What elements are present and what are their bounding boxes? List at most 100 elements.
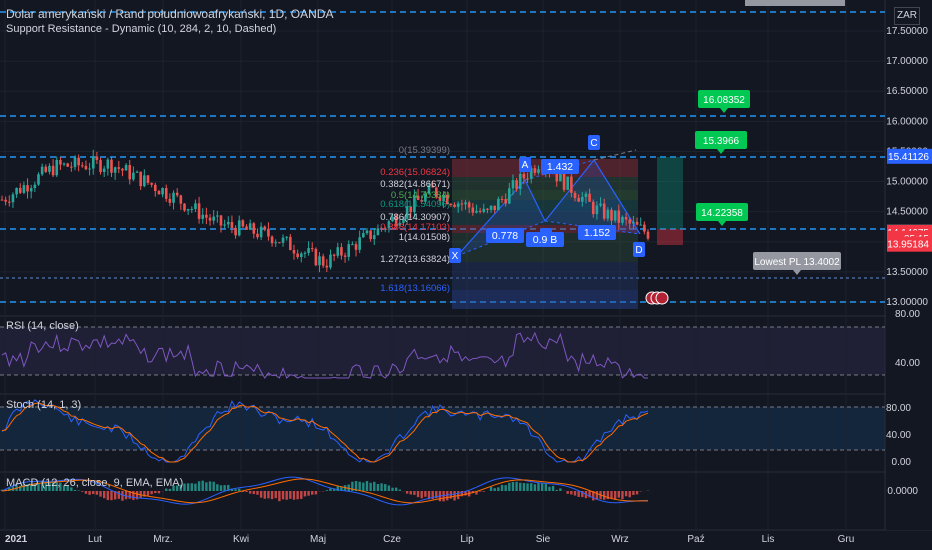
macd-hist-bar bbox=[168, 488, 172, 491]
macd-hist-bar bbox=[384, 484, 387, 491]
candle-body bbox=[504, 199, 507, 204]
macd-hist-bar bbox=[205, 482, 208, 491]
candle-body bbox=[610, 209, 613, 221]
candle-body bbox=[234, 227, 237, 236]
candle-body bbox=[635, 221, 639, 225]
time-tick: Lip bbox=[460, 534, 474, 545]
macd-hist-bar bbox=[398, 489, 402, 491]
stoch-tick: 40.00 bbox=[886, 430, 911, 441]
candle-body bbox=[205, 214, 208, 218]
candle-body bbox=[584, 193, 588, 197]
macd-hist-bar bbox=[267, 491, 270, 499]
candle-body bbox=[245, 226, 248, 230]
candle-body bbox=[252, 223, 256, 234]
candle-body bbox=[70, 166, 73, 168]
candle-body bbox=[168, 198, 172, 203]
candle-body bbox=[208, 217, 212, 221]
macd-hist-bar bbox=[369, 482, 372, 491]
pattern-point-label: C bbox=[590, 138, 597, 149]
macd-hist-bar bbox=[515, 481, 518, 491]
candle-body bbox=[278, 242, 281, 244]
fib-label: 0.382(14.86671) bbox=[380, 179, 450, 190]
fib-label: 0(15.39399) bbox=[399, 145, 450, 156]
macd-hist-bar bbox=[270, 491, 274, 500]
macd-hist-bar bbox=[362, 482, 365, 491]
indicator-title: Support Resistance - Dynamic (10, 284, 2… bbox=[6, 23, 277, 35]
candle-body bbox=[296, 253, 299, 258]
fib-label: 0.236(15.06824) bbox=[380, 167, 450, 178]
price-tick: 17.00000 bbox=[886, 56, 928, 67]
candle-body bbox=[500, 198, 504, 200]
macd-hist-bar bbox=[635, 491, 639, 495]
candle-body bbox=[314, 248, 318, 266]
time-tick: Lis bbox=[762, 534, 775, 545]
macd-hist-bar bbox=[84, 491, 88, 494]
candle-body bbox=[7, 201, 11, 203]
macd-hist-bar bbox=[391, 487, 394, 491]
macd-hist-bar bbox=[124, 491, 128, 500]
macd-hist-bar bbox=[409, 491, 412, 495]
macd-label: MACD (12, 26, close, 9, EMA, EMA) bbox=[6, 477, 184, 489]
candle-body bbox=[113, 167, 117, 173]
candle-body bbox=[478, 210, 482, 212]
macd-hist-bar bbox=[489, 486, 493, 491]
candle-body bbox=[639, 224, 643, 226]
macd-hist-bar bbox=[146, 491, 150, 496]
macd-hist-bar bbox=[245, 491, 248, 493]
candle-body bbox=[303, 252, 307, 254]
macd-hist-bar bbox=[81, 491, 84, 492]
macd-hist-bar bbox=[508, 482, 511, 491]
macd-hist-bar bbox=[303, 491, 307, 497]
candle-body bbox=[624, 216, 628, 220]
candle-body bbox=[80, 165, 84, 167]
candle-body bbox=[511, 180, 515, 189]
currency-badge[interactable]: ZAR bbox=[894, 7, 920, 25]
macd-hist-bar bbox=[252, 491, 256, 495]
candle-body bbox=[274, 242, 278, 244]
macd-hist-bar bbox=[570, 491, 573, 495]
candle-body bbox=[581, 196, 584, 202]
macd-hist-bar bbox=[307, 491, 310, 496]
candle-body bbox=[376, 228, 380, 236]
candle-body bbox=[226, 221, 230, 225]
flag-icon bbox=[655, 291, 669, 305]
candle-body bbox=[515, 180, 518, 189]
price-callouts: 16.08352 15.3966 14.22358 Lowest PL 13.4002 bbox=[645, 0, 845, 305]
candle-body bbox=[467, 202, 471, 208]
chart-canvas[interactable]: 0(15.39399) 0.236(15.06824)0.382(14.86671… bbox=[0, 0, 932, 550]
candle-body bbox=[59, 159, 62, 165]
macd-hist-bar bbox=[530, 483, 533, 491]
candle-body bbox=[595, 205, 599, 215]
candle-body bbox=[223, 224, 226, 226]
macd-hist-bar bbox=[234, 489, 237, 491]
macd-hist-bar bbox=[281, 491, 285, 500]
macd-hist-bar bbox=[405, 491, 409, 494]
macd-tick: 0.0000 bbox=[887, 486, 918, 497]
macd-hist-bar bbox=[296, 491, 299, 500]
candle-body bbox=[164, 188, 168, 199]
macd-hist-bar bbox=[248, 491, 252, 494]
candle-body bbox=[110, 159, 113, 173]
macd-hist-bar bbox=[544, 484, 548, 491]
candle-body bbox=[518, 173, 522, 189]
time-tick: Kwi bbox=[233, 534, 249, 545]
macd-hist-bar bbox=[376, 484, 380, 491]
candle-body bbox=[537, 169, 540, 173]
macd-hist-bar bbox=[551, 485, 555, 491]
candle-body bbox=[219, 215, 223, 226]
pattern-point-label: D bbox=[635, 245, 642, 256]
macd-hist-bar bbox=[478, 491, 482, 492]
price-tick: 16.50000 bbox=[886, 86, 928, 97]
candle-body bbox=[566, 176, 570, 190]
time-axis: 2021 Lut Mrz. Kwi Maj Cze Lip Sie Wrz Paź Lis Gru bbox=[5, 534, 854, 545]
candle-body bbox=[307, 248, 310, 253]
candle-body bbox=[55, 159, 59, 176]
candle-body bbox=[281, 237, 285, 243]
candle-body bbox=[365, 230, 369, 234]
callout-top-cropped bbox=[745, 0, 845, 6]
candle-body bbox=[102, 168, 106, 173]
time-tick: Wrz bbox=[611, 534, 629, 545]
candle-body bbox=[460, 203, 464, 205]
ratio-label: 0.778 bbox=[492, 230, 518, 242]
macd-hist-bar bbox=[216, 484, 219, 491]
